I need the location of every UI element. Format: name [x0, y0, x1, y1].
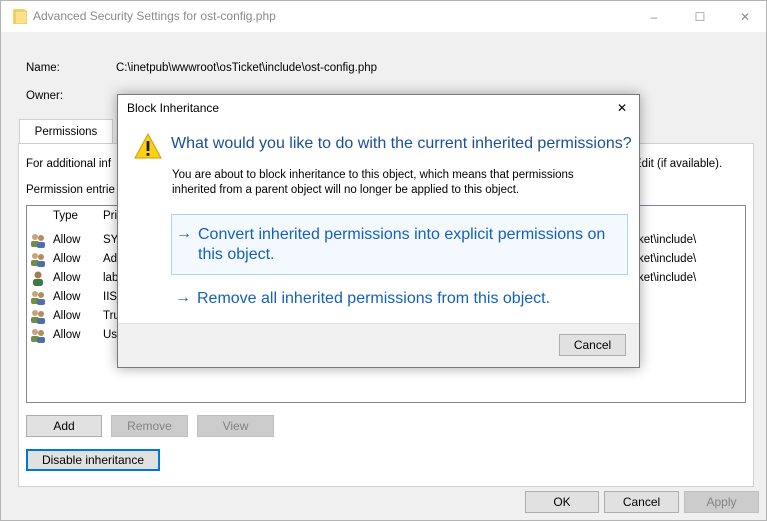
dialog-cancel-button[interactable]: Cancel: [559, 334, 626, 356]
row-type: Allow: [53, 253, 81, 265]
user-icon: [33, 271, 43, 286]
arrow-right-icon: →: [175, 289, 191, 306]
dialog-heading: What would you like to do with the curre…: [171, 135, 632, 152]
dialog-footer: Cancel: [118, 323, 639, 367]
name-value: C:\inetpub\wwwroot\osTicket\include\ost-…: [116, 62, 378, 74]
remove-option-label: Remove all inherited permissions from th…: [197, 290, 551, 307]
row-inherited-from: ket\include\: [638, 253, 697, 265]
name-label: Name:: [26, 62, 60, 74]
users-group-icon: [31, 253, 45, 267]
minimize-button[interactable]: –: [631, 1, 677, 32]
warning-icon: [134, 132, 162, 159]
row-inherited-from: ket\include\: [638, 234, 697, 246]
apply-button[interactable]: Apply: [684, 491, 759, 513]
convert-inherited-permissions-option[interactable]: → Convert inherited permissions into exp…: [171, 214, 628, 275]
tab-permissions[interactable]: Permissions: [19, 119, 113, 144]
info-text-prefix: For additional inf: [26, 158, 112, 170]
block-inheritance-dialog: Block Inheritance ✕ What would you like …: [117, 94, 640, 368]
row-type: Allow: [53, 291, 81, 303]
column-header-principal[interactable]: Pri: [103, 210, 117, 222]
disable-inheritance-button[interactable]: Disable inheritance: [26, 449, 160, 471]
row-principal: Ad: [103, 253, 118, 265]
dialog-title: Block Inheritance: [127, 101, 220, 115]
users-group-icon: [31, 291, 45, 305]
close-icon: ✕: [739, 9, 751, 24]
permission-entries-label: Permission entrie: [26, 184, 115, 196]
remove-button[interactable]: Remove: [111, 415, 188, 437]
close-icon: ✕: [616, 101, 628, 115]
row-type: Allow: [53, 234, 81, 246]
users-group-icon: [31, 310, 45, 324]
maximize-icon: ☐: [694, 9, 706, 24]
dialog-description: You are about to block inheritance to th…: [172, 169, 574, 196]
close-button[interactable]: ✕: [722, 1, 767, 32]
folder-icon: [13, 9, 27, 24]
owner-label: Owner:: [26, 90, 64, 102]
add-button[interactable]: Add: [26, 415, 102, 437]
arrow-right-icon: →: [176, 225, 192, 242]
minimize-icon: –: [650, 9, 658, 24]
remove-inherited-permissions-option[interactable]: → Remove all inherited permissions from …: [171, 287, 628, 317]
users-group-icon: [31, 234, 45, 248]
view-button[interactable]: View: [197, 415, 274, 437]
ok-button[interactable]: OK: [525, 491, 599, 513]
maximize-button[interactable]: ☐: [677, 1, 723, 32]
dialog-close-button[interactable]: ✕: [611, 97, 633, 119]
row-type: Allow: [53, 310, 81, 322]
row-type: Allow: [53, 329, 81, 341]
convert-option-label: Convert inherited permissions into expli…: [198, 226, 606, 263]
row-type: Allow: [53, 272, 81, 284]
cancel-button[interactable]: Cancel: [604, 491, 679, 513]
column-header-type[interactable]: Type: [53, 210, 78, 222]
info-text-suffix: Edit (if available).: [634, 158, 723, 170]
row-inherited-from: ket\include\: [638, 272, 697, 284]
users-group-icon: [31, 329, 45, 343]
window-title: Advanced Security Settings for ost-confi…: [33, 9, 276, 23]
title-bar: Advanced Security Settings for ost-confi…: [1, 1, 766, 32]
